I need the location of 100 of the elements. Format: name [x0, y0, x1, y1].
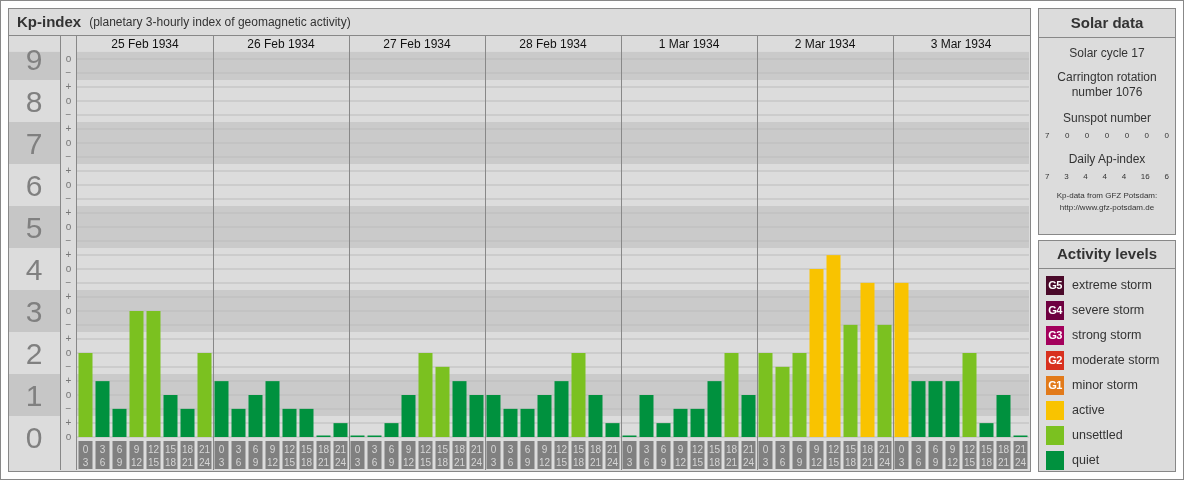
- sunspot-value: 7: [1045, 130, 1050, 142]
- sunspot-value: 0: [1104, 130, 1110, 142]
- x-tick-label: 0 3: [82, 444, 89, 468]
- y-axis-minor-label: o: [65, 431, 72, 443]
- time-slot-label: 15 18: [163, 441, 178, 469]
- time-slot-label: 0 3: [486, 441, 501, 469]
- time-slot-label: 6 9: [384, 441, 399, 469]
- bar: [639, 395, 654, 437]
- time-slot-label: 15 18: [571, 441, 586, 469]
- ap-index-value: 4: [1083, 171, 1088, 183]
- bar: [707, 381, 722, 437]
- time-slot-label: 6 9: [928, 441, 943, 469]
- bar: [486, 395, 501, 437]
- time-slot-label: 21 24: [1013, 441, 1028, 469]
- x-tick-label: 3 6: [371, 444, 378, 468]
- time-slot-label: 18 21: [860, 441, 875, 469]
- y-axis-label: 8: [25, 85, 43, 118]
- y-axis-minor-label: −: [65, 319, 72, 331]
- time-slot-label: 12 15: [554, 441, 569, 469]
- time-slot-label: 21 24: [741, 441, 756, 469]
- bar: [979, 423, 994, 437]
- time-slot-label: 21 24: [877, 441, 892, 469]
- y-axis-minor-label: −: [65, 109, 72, 121]
- x-tick-label: 3 6: [643, 444, 650, 468]
- y-axis-minor-label: +: [65, 81, 72, 93]
- bar: [741, 395, 756, 437]
- y-axis-label: 0: [25, 421, 43, 454]
- y-axis-label: 1: [25, 379, 43, 412]
- y-axis-label: 5: [25, 211, 43, 244]
- time-slot-label: 21 24: [469, 441, 484, 469]
- time-slot-label: 6 9: [656, 441, 671, 469]
- ap-index-value: 4: [1121, 171, 1127, 183]
- y-axis-minor-label: −: [65, 193, 72, 205]
- day-label: 27 Feb 1934: [383, 37, 451, 51]
- legend-label: quiet: [1072, 452, 1100, 470]
- sunspot-value: 0: [1164, 130, 1169, 142]
- legend-label: active: [1072, 402, 1105, 420]
- time-slot-label: 0 3: [214, 441, 229, 469]
- panel-title: Solar data: [1039, 9, 1175, 38]
- day-label: 3 Mar 1934: [930, 37, 992, 51]
- time-slot-label: 3 6: [95, 441, 110, 469]
- time-slot-label: 21 24: [605, 441, 620, 469]
- time-slot-label: 15 18: [299, 441, 314, 469]
- day-label: 1 Mar 1934: [658, 37, 720, 51]
- ap-index-value: 7: [1045, 171, 1050, 183]
- time-slot-label: 15 18: [707, 441, 722, 469]
- legend-label: extreme storm: [1072, 277, 1152, 295]
- sunspot-value: 0: [1144, 130, 1150, 142]
- y-axis-label: 2: [25, 337, 43, 370]
- legend-swatch: G2: [1046, 351, 1064, 370]
- time-slot-label: 21 24: [333, 441, 348, 469]
- y-axis-minor-label: o: [65, 305, 72, 317]
- time-slot-label: 3 6: [503, 441, 518, 469]
- time-slot-label: 18 21: [724, 441, 739, 469]
- y-axis-label: 6: [25, 169, 43, 202]
- x-tick-label: 3 6: [235, 444, 242, 468]
- time-slot-label: 9 12: [673, 441, 688, 469]
- bar: [333, 423, 348, 437]
- y-axis-minor-label: −: [65, 361, 72, 373]
- time-slot-label: 12 15: [962, 441, 977, 469]
- day-label: 2 Mar 1934: [794, 37, 856, 51]
- x-tick-label: 6 9: [796, 444, 803, 468]
- y-axis-minor-label: +: [65, 375, 72, 387]
- legend-label: minor storm: [1072, 377, 1138, 395]
- source-text: Kp-data from GFZ Potsdam:: [1056, 190, 1158, 202]
- day-label: 28 Feb 1934: [519, 37, 587, 51]
- y-axis-minor-label: +: [65, 249, 72, 261]
- y-axis-minor-label: +: [65, 291, 72, 303]
- y-axis-minor-label: o: [65, 53, 72, 65]
- y-axis-minor-label: −: [65, 277, 72, 289]
- legend-swatch: G4: [1046, 301, 1064, 320]
- time-slot-label: 0 3: [78, 441, 93, 469]
- time-slot-label: 9 12: [809, 441, 824, 469]
- time-slot-label: 18 21: [180, 441, 195, 469]
- time-slot-label: 3 6: [775, 441, 790, 469]
- x-tick-label: 3 6: [99, 444, 106, 468]
- time-slot-label: 9 12: [129, 441, 144, 469]
- bar: [265, 381, 280, 437]
- x-tick-label: 6 9: [932, 444, 939, 468]
- bar: [469, 395, 484, 437]
- y-axis-minor-label: +: [65, 207, 72, 219]
- bar: [945, 381, 960, 437]
- time-slot-label: 6 9: [112, 441, 127, 469]
- time-slot-label: 12 15: [826, 441, 841, 469]
- y-axis-minor-label: o: [65, 95, 72, 107]
- source-link[interactable]: http://www.gfz-potsdam.de: [1059, 202, 1155, 214]
- day-label: 25 Feb 1934: [111, 37, 179, 51]
- time-slot-label: 3 6: [367, 441, 382, 469]
- y-axis-minor-label: −: [65, 67, 72, 79]
- time-slot-label: 0 3: [758, 441, 773, 469]
- y-axis-minor-label: −: [65, 151, 72, 163]
- time-slot-label: 18 21: [316, 441, 331, 469]
- y-axis-minor-label: −: [65, 235, 72, 247]
- legend-swatch: G5: [1046, 276, 1064, 295]
- solar-cycle-text: Solar cycle 17: [1069, 45, 1145, 62]
- day-label: 26 Feb 1934: [247, 37, 315, 51]
- time-slot-label: 3 6: [231, 441, 246, 469]
- bar: [588, 395, 603, 437]
- y-axis-minor-label: o: [65, 137, 72, 149]
- time-slot-label: 12 15: [282, 441, 297, 469]
